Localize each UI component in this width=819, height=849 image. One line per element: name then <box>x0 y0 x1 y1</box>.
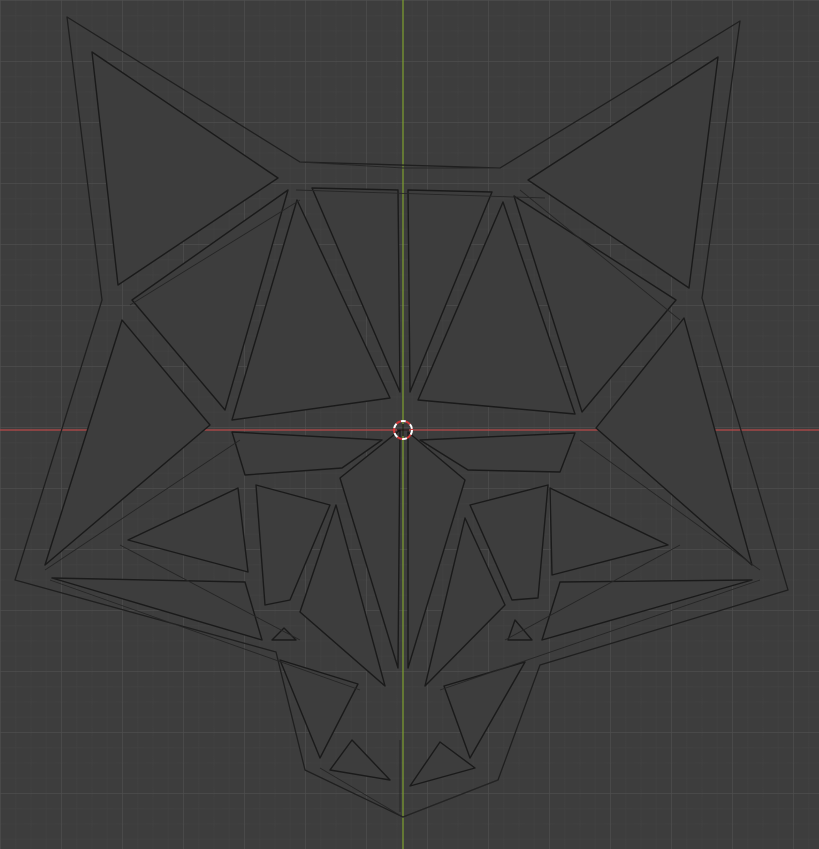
mesh-hole-lower-left <box>51 577 263 641</box>
mesh-hole-cheek-lower-left <box>271 627 297 641</box>
fox-head-mesh-icon[interactable] <box>14 16 789 818</box>
mesh-hole-jaw-right-a <box>549 487 669 576</box>
mesh-hole-chin-left <box>279 659 359 759</box>
mesh-hole-jaw-left-a <box>127 487 249 573</box>
mesh-hole-chin-right <box>443 661 526 759</box>
mesh-hole-cheek-lower-right <box>507 619 533 641</box>
viewport-canvas[interactable] <box>0 0 819 849</box>
mesh-hole-mouth-right <box>409 741 476 787</box>
mesh-hole-mouth-left <box>329 739 391 781</box>
3d-viewport[interactable] <box>0 0 819 849</box>
